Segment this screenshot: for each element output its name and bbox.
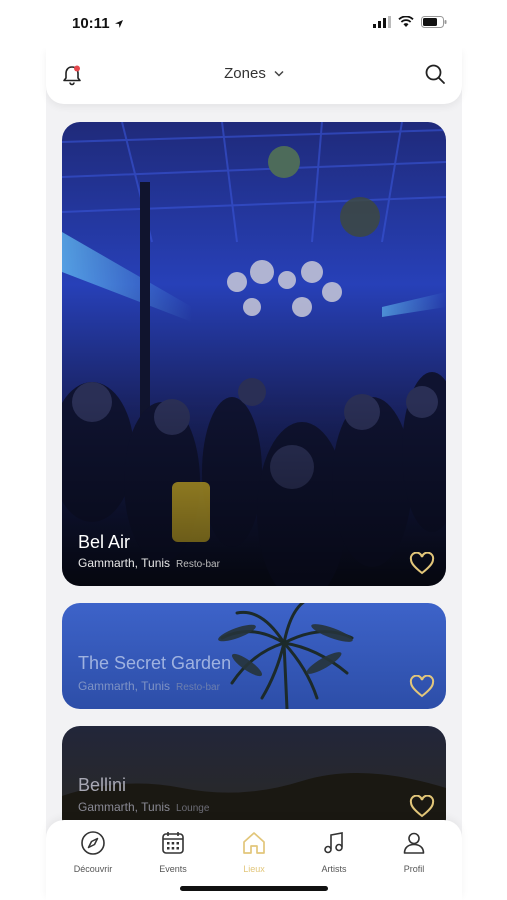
tab-label: Profil — [403, 864, 425, 874]
music-note-icon — [324, 832, 343, 854]
venue-location: Gammarth, Tunis — [78, 800, 171, 814]
venue-category: Resto-bar — [176, 559, 220, 570]
status-bar: 10:11 — [0, 0, 507, 48]
venue-subtitle: Gammarth, Tunis Resto-bar — [78, 679, 220, 693]
zones-label: Zones — [224, 65, 266, 82]
home-icon — [243, 832, 265, 854]
tab-decouvrir[interactable]: Découvrir — [58, 830, 128, 874]
venue-location: Gammarth, Tunis — [78, 679, 171, 693]
chevron-down-icon — [274, 70, 284, 77]
top-header: Zones — [46, 48, 462, 104]
tab-label: Découvrir — [73, 864, 113, 874]
venue-title: Bellini — [78, 775, 127, 795]
venue-category: Lounge — [176, 803, 210, 814]
tab-events[interactable]: Events — [138, 830, 208, 874]
location-arrow-icon — [114, 19, 123, 28]
search-icon — [425, 64, 445, 84]
venue-category: Resto-bar — [176, 682, 220, 693]
venue-title: Bel Air — [78, 532, 131, 552]
favorite-heart-icon[interactable] — [409, 552, 435, 576]
venue-photo — [62, 122, 446, 586]
app-frame: Bel Air Gammarth, Tunis Resto-bar The Se… — [46, 0, 462, 900]
compass-icon — [81, 831, 105, 855]
user-icon — [403, 832, 425, 854]
zones-dropdown[interactable]: Zones — [46, 65, 462, 82]
venue-subtitle: Gammarth, Tunis Lounge — [78, 800, 209, 814]
tab-label: Artists — [321, 864, 347, 874]
tab-artists[interactable]: Artists — [299, 830, 369, 874]
status-time: 10:11 — [72, 15, 124, 32]
calendar-icon — [162, 832, 184, 854]
tab-lieux[interactable]: Lieux — [219, 830, 289, 874]
venue-title: The Secret Garden — [78, 653, 232, 673]
status-icons — [373, 16, 447, 28]
signal-icon — [373, 16, 391, 28]
wifi-icon — [398, 16, 414, 27]
search-button[interactable] — [424, 63, 446, 90]
battery-icon — [421, 16, 447, 28]
venue-card-bel-air[interactable]: Bel Air Gammarth, Tunis Resto-bar — [62, 122, 446, 586]
tab-label: Events — [159, 864, 187, 874]
venue-card-secret-garden[interactable]: The Secret Garden Gammarth, Tunis Resto-… — [62, 603, 446, 709]
venue-subtitle: Gammarth, Tunis Resto-bar — [78, 556, 220, 570]
venue-location: Gammarth, Tunis — [78, 556, 171, 570]
tab-profil[interactable]: Profil — [379, 830, 449, 874]
favorite-heart-icon[interactable] — [409, 795, 435, 819]
tab-label: Lieux — [243, 864, 265, 874]
time-label: 10:11 — [72, 15, 110, 32]
home-indicator[interactable] — [180, 886, 328, 891]
favorite-heart-icon[interactable] — [409, 675, 435, 699]
